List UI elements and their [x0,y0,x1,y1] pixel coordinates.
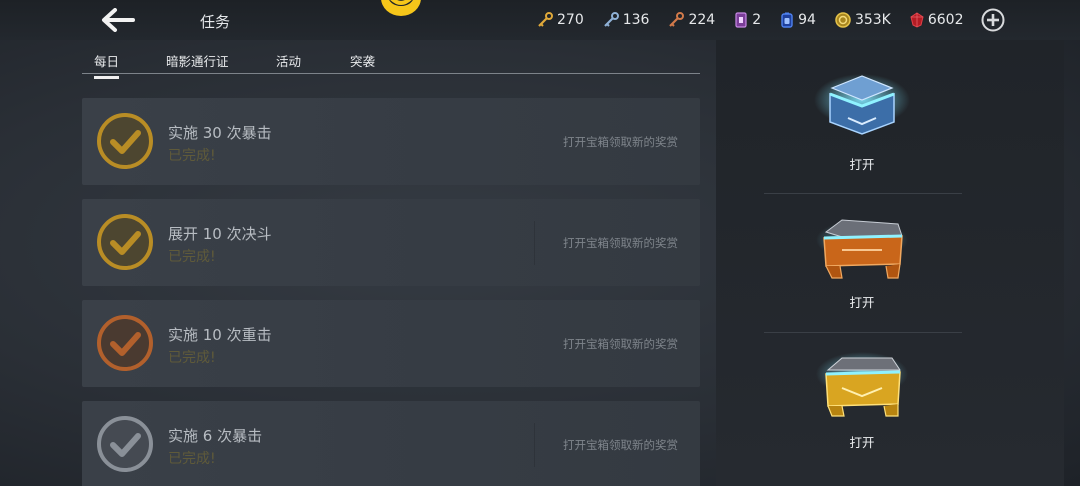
top-bar: 任务 270 136 224 2 94 353K 6602 [0,0,1080,40]
mission-name: 展开 10 次决斗 [168,225,272,243]
back-button[interactable] [98,6,138,34]
chest-slot-bronze[interactable]: 打开 [716,186,1064,324]
mission-card[interactable]: 展开 10 次决斗 已完成! 打开宝箱领取新的奖赏 [82,199,700,286]
mission-divider [534,423,535,467]
mission-hint: 打开宝箱领取新的奖赏 [563,438,678,452]
mission-status: 已完成! [168,451,216,467]
ticket-icon [735,12,747,28]
energy-count: 94 [798,12,816,28]
emblem-icon [381,0,421,16]
tab-daily[interactable]: 每日 [94,51,120,79]
bronze-key-count: 224 [688,12,716,28]
mission-hint: 打开宝箱领取新的奖赏 [563,337,678,351]
mission-status: 已完成! [168,249,216,265]
check-icon [97,416,153,472]
coin-icon [835,12,851,28]
coin-count: 353K [854,12,891,28]
resource-bar: 270 136 224 2 94 353K 6602 [537,9,983,31]
gold-key-icon [538,12,553,27]
mission-status: 已完成! [168,148,216,164]
mission-tabs: 每日 暗影通行证 活动 突袭 [82,44,700,79]
tab-underline [82,73,700,74]
mission-name: 实施 30 次暴击 [168,124,272,142]
open-button[interactable]: 打开 [832,154,892,173]
mission-card[interactable]: 实施 30 次暴击 已完成! 打开宝箱领取新的奖赏 [82,98,700,185]
resource-gems: 6602 [910,12,964,28]
chest-slot-silver[interactable]: 打开 [716,40,1064,178]
mission-hint: 打开宝箱领取新的奖赏 [563,135,678,149]
check-icon [97,214,153,270]
ticket-count: 2 [752,12,762,28]
mission-card[interactable]: 实施 10 次重击 已完成! 打开宝箱领取新的奖赏 [82,300,700,387]
gem-icon [910,12,924,28]
mission-name: 实施 6 次暴击 [168,427,263,445]
resource-silver-key: 136 [603,12,650,28]
add-currency-button[interactable] [981,8,1005,32]
mission-name: 实施 10 次重击 [168,326,272,344]
chest-panel: 打开 打开 打开 [716,40,1064,486]
gold-chest-icon [816,352,908,417]
bronze-key-icon [669,12,685,27]
open-button[interactable]: 打开 [832,292,892,311]
tab-events[interactable]: 活动 [276,51,301,70]
resource-energy: 94 [780,12,816,28]
resource-gold-key: 270 [537,12,584,28]
silver-key-count: 136 [622,12,650,28]
silver-chest-icon [814,74,910,135]
open-button[interactable]: 打开 [832,432,892,451]
battery-icon [781,12,793,28]
mission-status: 已完成! [168,350,216,366]
tab-raid[interactable]: 突袭 [350,51,375,70]
resource-coins: 353K [835,12,891,28]
resource-bronze-key: 224 [668,12,715,28]
back-arrow-icon [102,8,135,32]
mission-card[interactable]: 实施 6 次暴击 已完成! 打开宝箱领取新的奖赏 [82,401,700,486]
bronze-chest-icon [816,219,908,279]
gem-count: 6602 [927,12,964,28]
chest-slot-gold[interactable]: 打开 [716,322,1064,460]
mission-divider [534,221,535,265]
check-icon [97,315,153,371]
page-title: 任务 [200,13,231,31]
mission-hint: 打开宝箱领取新的奖赏 [563,236,678,250]
resource-ticket: 2 [734,12,761,28]
gold-key-count: 270 [557,12,584,28]
silver-key-icon [603,12,619,27]
check-icon [97,113,153,169]
tab-shadow-pass[interactable]: 暗影通行证 [166,51,229,70]
